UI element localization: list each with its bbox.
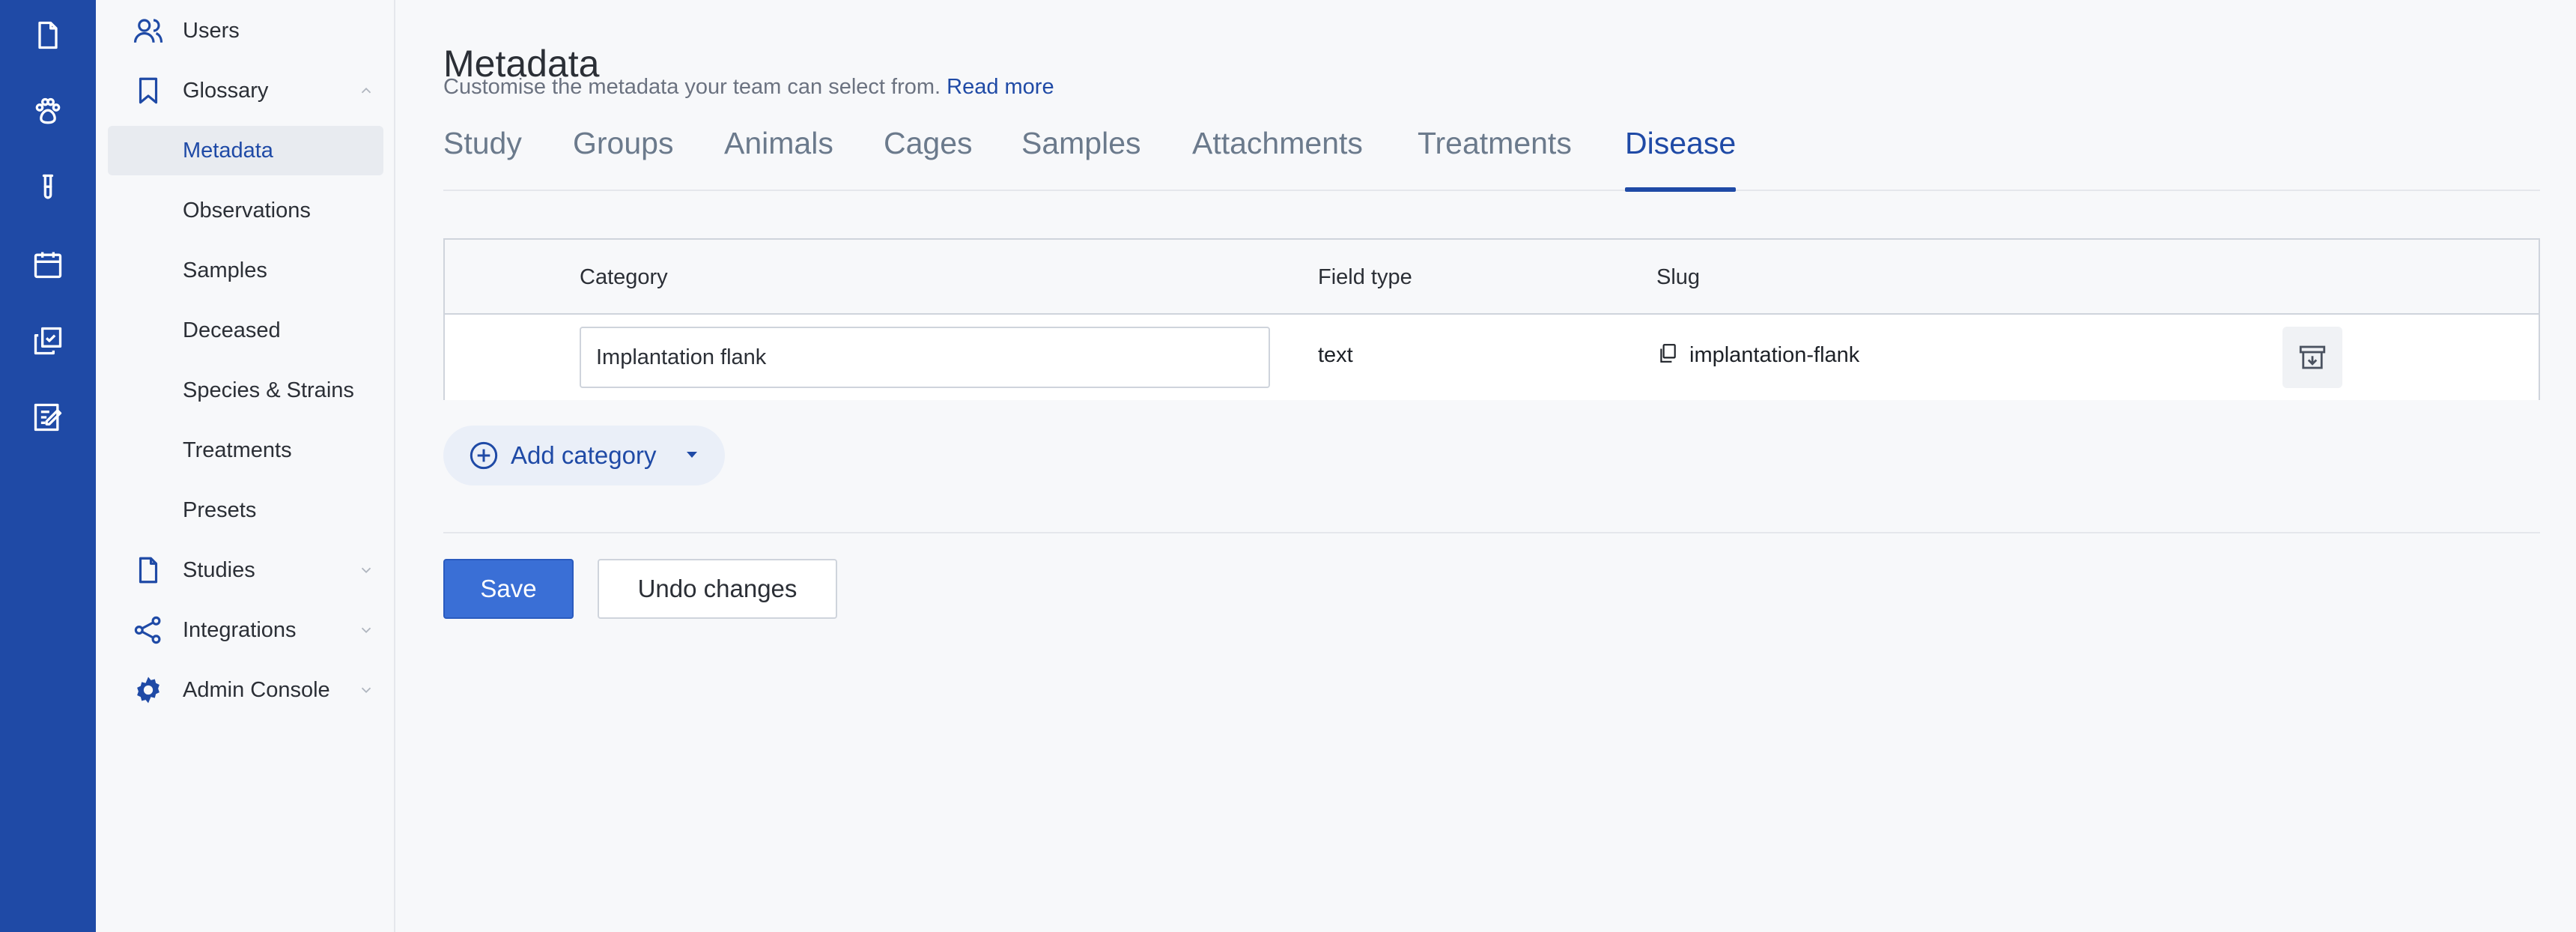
gear-icon — [132, 674, 165, 706]
checklist-copy-icon[interactable] — [29, 322, 67, 360]
sidebar-item-observations[interactable]: Observations — [108, 186, 383, 235]
document-icon — [132, 554, 165, 587]
sidebar-item-label: Integrations — [183, 617, 297, 642]
column-header-category: Category — [580, 265, 668, 289]
table-header: Category Field type Slug — [445, 240, 2539, 315]
add-category-label: Add category — [511, 441, 657, 469]
tab-treatments[interactable]: Treatments — [1418, 126, 1572, 189]
tab-attachments[interactable]: Attachments — [1192, 126, 1363, 189]
metadata-table: Category Field type Slug text implantati… — [443, 238, 2540, 400]
sidebar-item-label: Presets — [183, 497, 257, 522]
sidebar-item-label: Studies — [183, 557, 255, 582]
save-button[interactable]: Save — [443, 559, 574, 619]
bookmark-icon — [132, 74, 165, 107]
sidebar-item-metadata[interactable]: Metadata — [108, 126, 383, 175]
archive-icon — [2299, 345, 2326, 369]
sidebar-item-presets[interactable]: Presets — [108, 485, 383, 535]
sidebar-item-label: Samples — [183, 258, 267, 282]
sidebar-item-label: Treatments — [183, 438, 292, 462]
sidebar-item-species-strains[interactable]: Species & Strains — [108, 366, 383, 415]
sidebar-item-studies[interactable]: Studies — [108, 545, 383, 595]
slug-value: implantation-flank — [1689, 343, 1860, 367]
app-rail — [0, 0, 96, 932]
section-divider — [443, 532, 2540, 533]
caret-down-icon[interactable] — [684, 450, 699, 460]
tab-samples[interactable]: Samples — [1021, 126, 1141, 189]
read-more-link[interactable]: Read more — [947, 75, 1054, 99]
tab-animals[interactable]: Animals — [724, 126, 833, 189]
page-subtitle: Customise the metadata your team can sel… — [443, 75, 1054, 100]
sidebar: Users Glossary Metadata Observations Sam… — [96, 0, 395, 932]
sidebar-item-deceased[interactable]: Deceased — [108, 306, 383, 355]
tab-disease[interactable]: Disease — [1625, 126, 1737, 192]
test-tube-icon[interactable] — [29, 169, 67, 207]
column-header-slug: Slug — [1656, 265, 1701, 289]
tab-study[interactable]: Study — [443, 126, 522, 189]
chevron-down-icon — [361, 627, 371, 634]
category-input[interactable] — [580, 327, 1270, 388]
undo-changes-button[interactable]: Undo changes — [598, 559, 837, 619]
chevron-down-icon — [361, 687, 371, 694]
tab-cages[interactable]: Cages — [884, 126, 973, 189]
sidebar-item-label: Metadata — [183, 138, 273, 163]
calendar-icon[interactable] — [29, 246, 67, 283]
sidebar-item-label: Species & Strains — [183, 378, 354, 402]
sidebar-item-users[interactable]: Users — [108, 6, 383, 55]
sidebar-item-label: Users — [183, 18, 240, 43]
sidebar-item-label: Deceased — [183, 318, 281, 342]
edit-form-icon[interactable] — [29, 399, 67, 436]
sidebar-item-label: Glossary — [183, 78, 269, 103]
sidebar-item-integrations[interactable]: Integrations — [108, 605, 383, 655]
table-row: text implantation-flank — [445, 315, 2539, 400]
share-icon — [132, 614, 165, 647]
sidebar-item-label: Admin Console — [183, 677, 330, 702]
column-header-field-type: Field type — [1318, 265, 1412, 289]
tab-bar: Study Groups Animals Cages Samples Attac… — [443, 120, 2540, 192]
sidebar-item-treatments[interactable]: Treatments — [108, 426, 383, 475]
main-content: Metadata Customise the metadata your tea… — [443, 0, 2540, 932]
sidebar-item-admin-console[interactable]: Admin Console — [108, 665, 383, 715]
archive-button[interactable] — [2282, 327, 2342, 388]
sidebar-item-label: Observations — [183, 198, 311, 223]
paw-icon[interactable] — [29, 93, 67, 130]
tab-groups[interactable]: Groups — [573, 126, 673, 189]
chevron-down-icon — [361, 567, 371, 574]
chevron-up-icon — [361, 87, 371, 94]
sidebar-item-samples[interactable]: Samples — [108, 246, 383, 295]
add-category-button[interactable]: Add category — [443, 426, 725, 485]
plus-circle-icon — [470, 441, 498, 470]
users-icon — [132, 14, 165, 47]
field-type-value: text — [1318, 343, 1353, 367]
sidebar-item-glossary[interactable]: Glossary — [108, 66, 383, 115]
copy-icon[interactable] — [1658, 343, 1677, 364]
document-icon[interactable] — [29, 16, 67, 54]
subtitle-text: Customise the metadata your team can sel… — [443, 75, 941, 99]
